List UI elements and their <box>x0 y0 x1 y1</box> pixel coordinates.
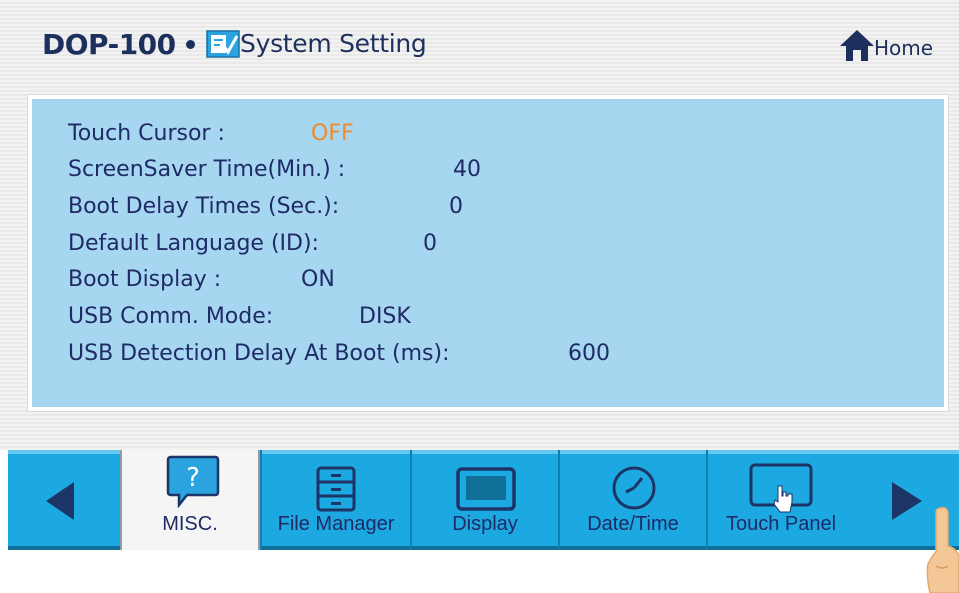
svg-text:?: ? <box>186 463 200 493</box>
brand-title: DOP-100 <box>42 28 176 61</box>
setting-row-usb-comm-mode: USB Comm. Mode: DISK <box>68 304 411 329</box>
setting-value-touch-cursor: OFF <box>311 121 354 146</box>
tab-label: File Manager <box>277 513 395 535</box>
setting-value-usb-comm-mode: DISK <box>359 304 411 329</box>
tab-date-time[interactable]: Date/Time <box>558 450 706 550</box>
title-separator <box>186 40 195 49</box>
setting-value-usb-detection-delay: 600 <box>568 341 610 366</box>
setting-label: USB Comm. Mode: <box>68 304 274 329</box>
home-icon <box>840 30 874 61</box>
tab-touch-panel[interactable]: Touch Panel <box>706 450 854 550</box>
setting-label: ScreenSaver Time(Min.) : <box>68 157 346 182</box>
setting-row-boot-delay: Boot Delay Times (Sec.): 0 <box>68 194 463 219</box>
setting-label: Touch Cursor : <box>68 121 225 146</box>
question-icon: ? <box>166 455 220 508</box>
bottom-tab-bar: ? MISC. File Manager Display Date/Time T… <box>0 450 959 550</box>
page-title: System Setting <box>240 29 427 58</box>
setting-row-default-language: Default Language (ID): 0 <box>68 231 437 256</box>
setting-label: USB Detection Delay At Boot (ms): <box>68 341 450 366</box>
setting-row-boot-display: Boot Display : ON <box>68 267 335 292</box>
tab-label: Touch Panel <box>725 513 837 535</box>
tab-misc[interactable]: ? MISC. <box>120 450 260 550</box>
setting-label: Default Language (ID): <box>68 231 319 256</box>
setting-row-touch-cursor: Touch Cursor : OFF <box>68 121 354 146</box>
setting-label: Boot Delay Times (Sec.): <box>68 194 340 219</box>
home-button[interactable]: Home <box>838 27 953 65</box>
pointing-finger-icon <box>926 506 959 593</box>
setting-value-screensaver-time: 40 <box>453 157 481 182</box>
clock-icon <box>612 466 656 510</box>
setting-row-screensaver-time: ScreenSaver Time(Min.) : 40 <box>68 157 481 182</box>
home-label: Home <box>874 36 934 60</box>
setting-value-default-language: 0 <box>423 231 437 256</box>
tab-display[interactable]: Display <box>410 450 558 550</box>
next-page-arrow-icon[interactable] <box>890 480 924 522</box>
touch-panel-icon <box>749 463 813 513</box>
setting-value-boot-delay: 0 <box>449 194 463 219</box>
setting-label: Boot Display : <box>68 267 222 292</box>
file-cabinet-icon <box>316 466 356 512</box>
setting-value-boot-display: ON <box>301 267 335 292</box>
setting-row-usb-detection-delay: USB Detection Delay At Boot (ms): 600 <box>68 341 610 366</box>
tab-file-manager[interactable]: File Manager <box>260 450 410 550</box>
header-bar: DOP-100 System Setting Home <box>0 0 959 90</box>
tab-label: Date/Time <box>587 513 679 535</box>
previous-page-arrow-icon[interactable] <box>44 480 76 522</box>
settings-panel: Touch Cursor : OFF ScreenSaver Time(Min.… <box>28 95 948 411</box>
settings-checklist-icon <box>206 30 240 58</box>
monitor-icon <box>456 467 516 511</box>
tab-label: Display <box>452 513 518 535</box>
tab-label: MISC. <box>162 513 218 535</box>
